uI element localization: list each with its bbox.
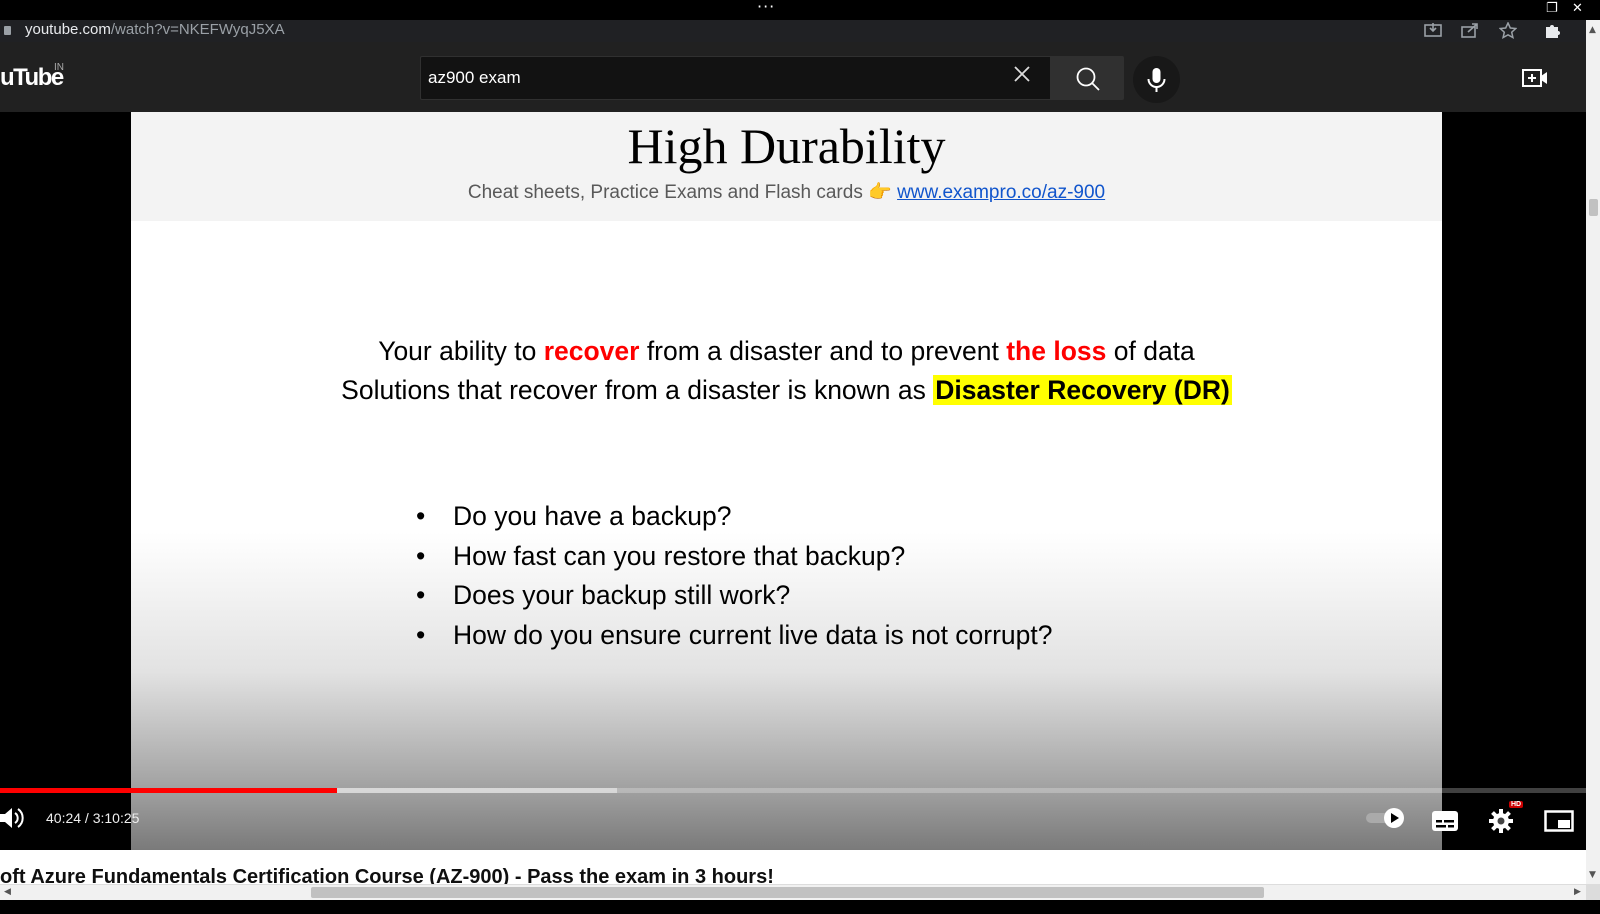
duration: 3:10:25 <box>92 810 140 826</box>
subtitles-button[interactable] <box>1431 810 1459 836</box>
gear-icon <box>1489 809 1513 833</box>
search-button[interactable] <box>1050 56 1124 100</box>
vertical-scrollbar[interactable]: ▲ ▼ <box>1586 20 1600 884</box>
search-query-text: az900 exam <box>428 68 521 87</box>
slide-bullet: • How do you ensure current live data is … <box>416 616 1053 656</box>
disaster-recovery-highlight: Disaster Recovery (DR) <box>933 375 1232 405</box>
slide-bullet: • How fast can you restore that backup? <box>416 537 1053 577</box>
current-time: 40:24 <box>46 810 82 826</box>
share-icon[interactable] <box>1461 22 1479 42</box>
bullet-icon: • <box>416 501 426 531</box>
bullet-icon: • <box>416 619 426 650</box>
autoplay-icon <box>1366 808 1404 828</box>
volume-icon <box>0 808 24 828</box>
progress-played <box>0 788 338 793</box>
slide-line-2: Solutions that recover from a disaster i… <box>341 375 1232 405</box>
video-info: oft Azure Fundamentals Certification Cou… <box>0 850 1586 884</box>
vertical-scroll-thumb[interactable] <box>1589 199 1598 216</box>
slide-header: High Durability Cheat sheets, Practice E… <box>131 112 1442 221</box>
microphone-icon <box>1147 68 1166 92</box>
progress-bar[interactable] <box>0 788 1586 793</box>
close-window-icon[interactable]: ✕ <box>1572 2 1583 16</box>
scroll-down-icon[interactable]: ▼ <box>1589 870 1596 880</box>
time-display: 40:24 / 3:10:25 <box>46 810 140 826</box>
url-path: /watch?v=NKEFWyqJ5XA <box>110 21 285 38</box>
scroll-right-icon[interactable]: ▶ <box>1574 887 1581 897</box>
bullet-icon: • <box>416 540 426 571</box>
player-controls: 40:24 / 3:10:25 HD <box>0 800 1586 842</box>
miniplayer-icon <box>1544 810 1574 832</box>
miniplayer-button[interactable] <box>1544 810 1574 836</box>
slide-bullet: • Does your backup still work? <box>416 576 1053 616</box>
video-title: oft Azure Fundamentals Certification Cou… <box>0 866 774 884</box>
url-host: youtube.com <box>25 21 111 38</box>
horizontal-scroll-thumb[interactable] <box>311 887 1264 898</box>
address-bar[interactable]: youtube.com/watch?v=NKEFWyqJ5XA <box>0 20 1586 42</box>
country-code: IN <box>54 62 64 73</box>
window-title-bar: ··· ❐ ✕ <box>0 0 1600 20</box>
search-input[interactable]: az900 exam <box>420 56 1050 100</box>
video-player[interactable]: High Durability Cheat sheets, Practice E… <box>0 112 1586 850</box>
restore-window-icon[interactable]: ❐ <box>1546 2 1558 16</box>
scroll-left-icon[interactable]: ◀ <box>4 887 11 897</box>
hd-badge: HD <box>1509 801 1524 808</box>
scroll-up-icon[interactable]: ▲ <box>1589 25 1596 35</box>
slide-subtitle-text: Cheat sheets, Practice Exams and Flash c… <box>467 182 863 203</box>
voice-search-button[interactable] <box>1133 56 1180 103</box>
the-loss-highlight: the loss <box>1006 336 1107 366</box>
site-info-icon[interactable] <box>4 26 11 35</box>
clear-search-icon[interactable] <box>1011 63 1033 91</box>
slide-title: High Durability <box>627 118 946 174</box>
star-icon[interactable] <box>1498 21 1518 43</box>
search-icon <box>1076 67 1100 91</box>
exampro-link[interactable]: www.exampro.co/az-900 <box>897 182 1105 203</box>
slide-bullet: • Do you have a backup? <box>416 497 1053 537</box>
slide-frame: High Durability Cheat sheets, Practice E… <box>131 112 1442 850</box>
create-video-button[interactable] <box>1522 67 1548 89</box>
extensions-icon[interactable] <box>1544 22 1562 43</box>
pointing-hand-icon: 👉 <box>868 182 892 203</box>
window-bottom-edge <box>0 900 1600 914</box>
slide-bullet-list: • Do you have a backup? • How fast can you… <box>416 497 1053 655</box>
scrollbar-corner <box>1586 884 1600 900</box>
install-icon[interactable] <box>1424 22 1442 42</box>
window-menu-icon[interactable]: ··· <box>757 0 775 15</box>
recover-highlight: recover <box>543 336 640 366</box>
bullet-icon: • <box>416 580 426 610</box>
volume-button[interactable] <box>0 804 26 836</box>
subtitles-icon <box>1432 811 1458 831</box>
youtube-masthead: uTube IN az900 exam <box>0 42 1586 112</box>
settings-button[interactable] <box>1488 808 1514 838</box>
slide-line-1: Your ability to recover from a disaster … <box>378 336 1195 366</box>
autoplay-toggle[interactable] <box>1365 808 1407 832</box>
slide-subtitle: Cheat sheets, Practice Exams and Flash c… <box>131 180 1442 204</box>
create-video-icon <box>1522 69 1547 87</box>
url-text[interactable]: youtube.com/watch?v=NKEFWyqJ5XA <box>25 20 285 42</box>
